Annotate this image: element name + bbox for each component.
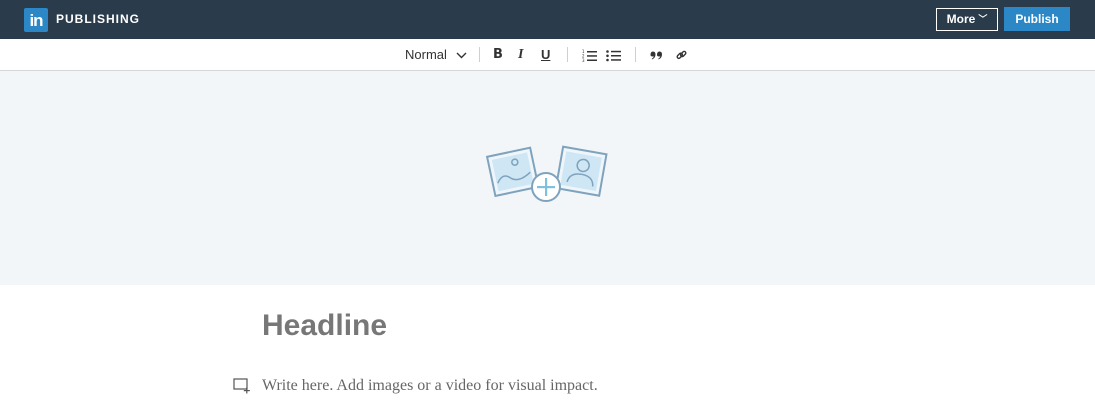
- bold-button[interactable]: B: [493, 39, 503, 70]
- toolbar-divider: [635, 47, 636, 62]
- underline-button[interactable]: U: [541, 39, 550, 70]
- chevron-down-icon: [456, 39, 467, 70]
- more-label: More: [946, 12, 976, 26]
- text-style-select[interactable]: Normal: [405, 39, 467, 70]
- numbered-list-icon[interactable]: 1 2 3: [582, 39, 597, 70]
- formatting-toolbar: Normal B I U 1 2 3: [0, 39, 1095, 71]
- add-media-icon[interactable]: [233, 378, 251, 399]
- chevron-down-icon: ﹀: [978, 14, 988, 24]
- top-bar: in PUBLISHING More ﹀ Publish: [0, 0, 1095, 39]
- bulleted-list-icon[interactable]: [606, 39, 621, 70]
- toolbar-divider: [567, 47, 568, 62]
- publish-button[interactable]: Publish: [1004, 7, 1070, 31]
- link-icon[interactable]: [676, 39, 687, 70]
- body-input[interactable]: Write here. Add images or a video for vi…: [262, 377, 598, 395]
- svg-text:3: 3: [582, 58, 585, 62]
- headline-input[interactable]: Headline: [262, 309, 387, 343]
- toolbar-divider: [479, 47, 480, 62]
- more-button[interactable]: More ﹀: [936, 8, 998, 31]
- brand-name: PUBLISHING: [56, 12, 141, 26]
- cover-image-area[interactable]: [0, 71, 1095, 285]
- italic-button[interactable]: I: [518, 39, 523, 70]
- add-images-icon: [483, 144, 611, 211]
- text-style-value: Normal: [405, 47, 447, 62]
- linkedin-logo[interactable]: in: [24, 8, 48, 32]
- quote-icon[interactable]: [650, 39, 663, 70]
